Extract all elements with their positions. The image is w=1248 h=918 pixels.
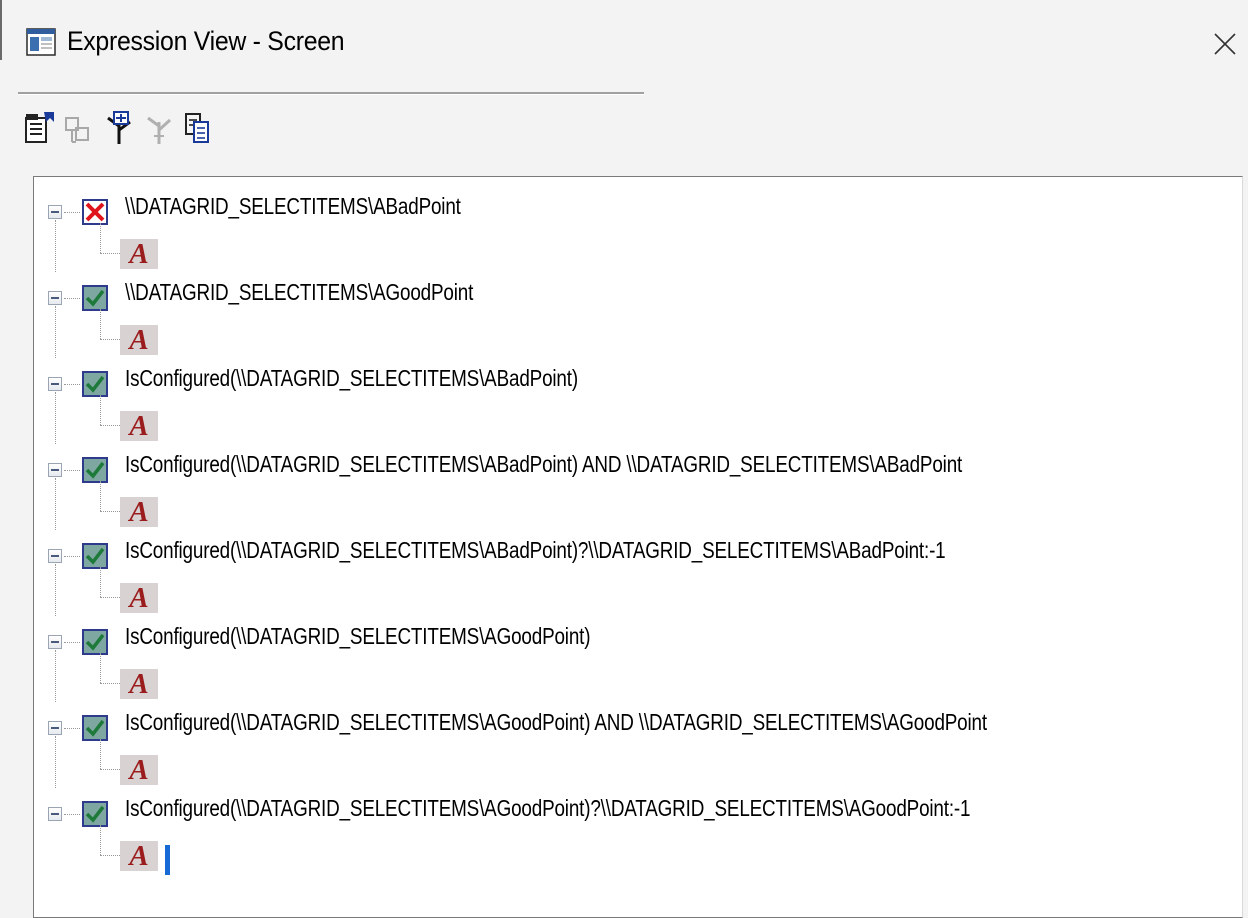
collapse-button[interactable] (62, 108, 96, 148)
title-bar: Expression View - Screen (0, 0, 1248, 90)
tree-line (55, 564, 56, 616)
tree-connector (100, 567, 101, 597)
tree-node[interactable]: IsConfigured(\\DATAGRID_SELECTITEMS\AGoo… (34, 789, 1234, 875)
status-valid-icon (82, 801, 108, 827)
copy-button[interactable] (180, 108, 214, 148)
expression-label[interactable]: \\DATAGRID_SELECTITEMS\AGoodPoint (125, 279, 473, 306)
tree-node[interactable]: \\DATAGRID_SELECTITEMS\ABadPoint A (34, 187, 1234, 273)
tree-connector (64, 384, 80, 385)
tree-connector (100, 739, 101, 769)
expression-tree[interactable]: \\DATAGRID_SELECTITEMS\ABadPoint A \\DAT… (33, 176, 1243, 918)
properties-button[interactable] (22, 108, 56, 148)
tree-line (55, 306, 56, 358)
tree-node[interactable]: IsConfigured(\\DATAGRID_SELECTITEMS\ABad… (34, 445, 1234, 531)
expression-label[interactable]: IsConfigured(\\DATAGRID_SELECTITEMS\ABad… (125, 537, 946, 564)
tree-connector (100, 223, 101, 253)
tree-connector (64, 728, 80, 729)
tree-connector (100, 339, 120, 340)
close-button[interactable] (1205, 22, 1245, 66)
tree-connector (64, 642, 80, 643)
tree-node[interactable]: IsConfigured(\\DATAGRID_SELECTITEMS\AGoo… (34, 617, 1234, 703)
tree-connector (100, 253, 120, 254)
text-cursor (165, 845, 170, 875)
status-valid-icon (82, 285, 108, 311)
tree-connector (100, 855, 120, 856)
close-icon (1214, 33, 1236, 55)
collapse-node-button[interactable] (48, 377, 62, 391)
tree-connector (64, 298, 80, 299)
tree-connector (100, 425, 120, 426)
analog-value-icon[interactable]: A (120, 239, 158, 269)
status-valid-icon (82, 457, 108, 483)
collapse-node-button[interactable] (48, 635, 62, 649)
tree-disabled-button[interactable] (142, 108, 176, 148)
collapse-node-button[interactable] (48, 721, 62, 735)
tree-connector (64, 814, 80, 815)
copy-icon (185, 113, 209, 143)
status-valid-icon (82, 543, 108, 569)
tree-node[interactable]: \\DATAGRID_SELECTITEMS\AGoodPoint A (34, 273, 1234, 359)
tree-connector (100, 511, 120, 512)
tree-line (55, 392, 56, 444)
expand-tree-button[interactable] (102, 108, 136, 148)
tree-node[interactable]: IsConfigured(\\DATAGRID_SELECTITEMS\ABad… (34, 531, 1234, 617)
status-valid-icon (82, 629, 108, 655)
analog-value-icon[interactable]: A (120, 583, 158, 613)
collapse-node-button[interactable] (48, 549, 62, 563)
status-valid-icon (82, 371, 108, 397)
tree-node[interactable]: IsConfigured(\\DATAGRID_SELECTITEMS\AGoo… (34, 703, 1234, 789)
analog-value-icon[interactable]: A (120, 411, 158, 441)
tree-icon (147, 116, 172, 144)
tree-line (55, 220, 56, 272)
tree-connector (100, 597, 120, 598)
tree-line (55, 736, 56, 788)
tree-connector (100, 825, 101, 855)
tree-line (55, 478, 56, 530)
tree-connector (100, 309, 101, 339)
analog-value-icon[interactable]: A (120, 325, 158, 355)
expression-label[interactable]: IsConfigured(\\DATAGRID_SELECTITEMS\AGoo… (125, 795, 971, 822)
expression-label[interactable]: IsConfigured(\\DATAGRID_SELECTITEMS\ABad… (125, 365, 578, 392)
tree-connector (100, 683, 120, 684)
status-valid-icon (82, 715, 108, 741)
properties-icon (25, 112, 54, 143)
expression-label[interactable]: IsConfigured(\\DATAGRID_SELECTITEMS\AGoo… (125, 623, 591, 650)
expression-label[interactable]: \\DATAGRID_SELECTITEMS\ABadPoint (125, 193, 461, 220)
collapse-node-button[interactable] (48, 807, 62, 821)
tree-connector (100, 481, 101, 511)
analog-value-icon[interactable]: A (120, 497, 158, 527)
expand-tree-icon (107, 111, 131, 144)
tree-node[interactable]: IsConfigured(\\DATAGRID_SELECTITEMS\ABad… (34, 359, 1234, 445)
expression-label[interactable]: IsConfigured(\\DATAGRID_SELECTITEMS\AGoo… (125, 709, 987, 736)
analog-value-icon[interactable]: A (120, 841, 158, 871)
tree-connector (100, 395, 101, 425)
tree-connector (64, 470, 80, 471)
collapse-node-button[interactable] (48, 291, 62, 305)
analog-value-icon[interactable]: A (120, 755, 158, 785)
collapse-node-button[interactable] (48, 205, 62, 219)
app-window-icon (26, 28, 56, 56)
expression-label[interactable]: IsConfigured(\\DATAGRID_SELECTITEMS\ABad… (125, 451, 962, 478)
collapse-node-button[interactable] (48, 463, 62, 477)
collapse-tree-icon (65, 117, 89, 143)
tree-connector (100, 653, 101, 683)
title-separator-highlight (18, 94, 644, 95)
tree-line (55, 650, 56, 702)
tree-connector (64, 556, 80, 557)
status-invalid-icon (82, 199, 108, 225)
window-title: Expression View - Screen (67, 26, 345, 56)
analog-value-icon[interactable]: A (120, 669, 158, 699)
tree-connector (100, 769, 120, 770)
tree-connector (64, 212, 80, 213)
